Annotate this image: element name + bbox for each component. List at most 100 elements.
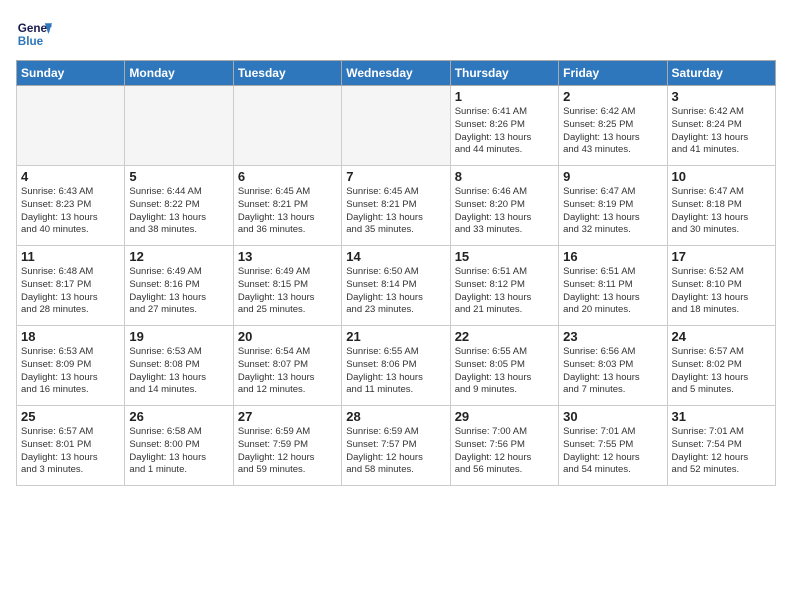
day-info: Sunrise: 6:53 AM Sunset: 8:09 PM Dayligh… xyxy=(21,346,120,397)
calendar-cell: 6 Sunrise: 6:45 AM Sunset: 8:21 PM Daylig… xyxy=(233,166,341,246)
day-number: 15 xyxy=(455,249,554,264)
day-number: 25 xyxy=(21,409,120,424)
day-info: Sunrise: 6:55 AM Sunset: 8:05 PM Dayligh… xyxy=(455,346,554,397)
calendar-cell: 9 Sunrise: 6:47 AM Sunset: 8:19 PM Daylig… xyxy=(559,166,667,246)
day-info: Sunrise: 6:58 AM Sunset: 8:00 PM Dayligh… xyxy=(129,426,228,477)
calendar-cell: 11 Sunrise: 6:48 AM Sunset: 8:17 PM Dayli… xyxy=(17,246,125,326)
calendar-cell: 1 Sunrise: 6:41 AM Sunset: 8:26 PM Daylig… xyxy=(450,86,558,166)
calendar-cell: 20 Sunrise: 6:54 AM Sunset: 8:07 PM Dayli… xyxy=(233,326,341,406)
weekday-header-friday: Friday xyxy=(559,61,667,86)
day-number: 22 xyxy=(455,329,554,344)
weekday-header-wednesday: Wednesday xyxy=(342,61,450,86)
calendar-week-1: 1 Sunrise: 6:41 AM Sunset: 8:26 PM Daylig… xyxy=(17,86,776,166)
day-number: 10 xyxy=(672,169,771,184)
calendar-cell: 22 Sunrise: 6:55 AM Sunset: 8:05 PM Dayli… xyxy=(450,326,558,406)
calendar-cell: 5 Sunrise: 6:44 AM Sunset: 8:22 PM Daylig… xyxy=(125,166,233,246)
day-number: 17 xyxy=(672,249,771,264)
calendar-cell: 23 Sunrise: 6:56 AM Sunset: 8:03 PM Dayli… xyxy=(559,326,667,406)
day-info: Sunrise: 6:53 AM Sunset: 8:08 PM Dayligh… xyxy=(129,346,228,397)
logo: General Blue xyxy=(16,16,52,52)
day-info: Sunrise: 6:47 AM Sunset: 8:18 PM Dayligh… xyxy=(672,186,771,237)
day-info: Sunrise: 6:50 AM Sunset: 8:14 PM Dayligh… xyxy=(346,266,445,317)
day-info: Sunrise: 6:57 AM Sunset: 8:02 PM Dayligh… xyxy=(672,346,771,397)
weekday-header-row: SundayMondayTuesdayWednesdayThursdayFrid… xyxy=(17,61,776,86)
calendar-cell: 24 Sunrise: 6:57 AM Sunset: 8:02 PM Dayli… xyxy=(667,326,775,406)
calendar-cell: 16Sunrise: 6:51 AM Sunset: 8:11 PM Dayli… xyxy=(559,246,667,326)
day-number: 18 xyxy=(21,329,120,344)
day-number: 29 xyxy=(455,409,554,424)
day-info: Sunrise: 6:52 AM Sunset: 8:10 PM Dayligh… xyxy=(672,266,771,317)
day-info: Sunrise: 6:59 AM Sunset: 7:59 PM Dayligh… xyxy=(238,426,337,477)
weekday-header-monday: Monday xyxy=(125,61,233,86)
day-number: 5 xyxy=(129,169,228,184)
day-info: Sunrise: 6:41 AM Sunset: 8:26 PM Dayligh… xyxy=(455,106,554,157)
day-number: 28 xyxy=(346,409,445,424)
day-number: 7 xyxy=(346,169,445,184)
day-number: 26 xyxy=(129,409,228,424)
day-number: 23 xyxy=(563,329,662,344)
page-header: General Blue xyxy=(16,16,776,52)
calendar-cell: 26 Sunrise: 6:58 AM Sunset: 8:00 PM Dayli… xyxy=(125,406,233,486)
day-info: Sunrise: 6:54 AM Sunset: 8:07 PM Dayligh… xyxy=(238,346,337,397)
calendar-cell: 17 Sunrise: 6:52 AM Sunset: 8:10 PM Dayli… xyxy=(667,246,775,326)
weekday-header-thursday: Thursday xyxy=(450,61,558,86)
day-number: 27 xyxy=(238,409,337,424)
day-info: Sunrise: 6:51 AM Sunset: 8:11 PM Dayligh… xyxy=(563,266,662,317)
day-info: Sunrise: 6:49 AM Sunset: 8:15 PM Dayligh… xyxy=(238,266,337,317)
day-number: 21 xyxy=(346,329,445,344)
day-number: 24 xyxy=(672,329,771,344)
day-number: 20 xyxy=(238,329,337,344)
day-number: 12 xyxy=(129,249,228,264)
day-info: Sunrise: 6:55 AM Sunset: 8:06 PM Dayligh… xyxy=(346,346,445,397)
day-number: 6 xyxy=(238,169,337,184)
day-number: 13 xyxy=(238,249,337,264)
calendar-cell xyxy=(125,86,233,166)
calendar-cell: 21 Sunrise: 6:55 AM Sunset: 8:06 PM Dayli… xyxy=(342,326,450,406)
calendar-cell: 7 Sunrise: 6:45 AM Sunset: 8:21 PM Daylig… xyxy=(342,166,450,246)
calendar-cell: 10 Sunrise: 6:47 AM Sunset: 8:18 PM Dayli… xyxy=(667,166,775,246)
calendar-cell: 8 Sunrise: 6:46 AM Sunset: 8:20 PM Daylig… xyxy=(450,166,558,246)
day-number: 31 xyxy=(672,409,771,424)
weekday-header-saturday: Saturday xyxy=(667,61,775,86)
calendar-table: SundayMondayTuesdayWednesdayThursdayFrid… xyxy=(16,60,776,486)
day-info: Sunrise: 6:47 AM Sunset: 8:19 PM Dayligh… xyxy=(563,186,662,237)
day-info: Sunrise: 6:45 AM Sunset: 8:21 PM Dayligh… xyxy=(346,186,445,237)
day-info: Sunrise: 6:42 AM Sunset: 8:24 PM Dayligh… xyxy=(672,106,771,157)
calendar-cell: 31 Sunrise: 7:01 AM Sunset: 7:54 PM Dayli… xyxy=(667,406,775,486)
day-info: Sunrise: 6:49 AM Sunset: 8:16 PM Dayligh… xyxy=(129,266,228,317)
day-number: 30 xyxy=(563,409,662,424)
day-info: Sunrise: 6:44 AM Sunset: 8:22 PM Dayligh… xyxy=(129,186,228,237)
calendar-cell: 28Sunrise: 6:59 AM Sunset: 7:57 PM Dayli… xyxy=(342,406,450,486)
calendar-cell: 14Sunrise: 6:50 AM Sunset: 8:14 PM Dayli… xyxy=(342,246,450,326)
calendar-week-5: 25Sunrise: 6:57 AM Sunset: 8:01 PM Dayli… xyxy=(17,406,776,486)
calendar-cell xyxy=(342,86,450,166)
weekday-header-tuesday: Tuesday xyxy=(233,61,341,86)
day-info: Sunrise: 6:46 AM Sunset: 8:20 PM Dayligh… xyxy=(455,186,554,237)
day-number: 8 xyxy=(455,169,554,184)
calendar-week-2: 4Sunrise: 6:43 AM Sunset: 8:23 PM Daylig… xyxy=(17,166,776,246)
calendar-cell: 4Sunrise: 6:43 AM Sunset: 8:23 PM Daylig… xyxy=(17,166,125,246)
day-info: Sunrise: 6:56 AM Sunset: 8:03 PM Dayligh… xyxy=(563,346,662,397)
calendar-week-3: 11 Sunrise: 6:48 AM Sunset: 8:17 PM Dayli… xyxy=(17,246,776,326)
day-info: Sunrise: 6:43 AM Sunset: 8:23 PM Dayligh… xyxy=(21,186,120,237)
day-info: Sunrise: 7:01 AM Sunset: 7:55 PM Dayligh… xyxy=(563,426,662,477)
calendar-cell xyxy=(233,86,341,166)
svg-text:Blue: Blue xyxy=(18,35,44,48)
day-info: Sunrise: 6:51 AM Sunset: 8:12 PM Dayligh… xyxy=(455,266,554,317)
calendar-cell: 27 Sunrise: 6:59 AM Sunset: 7:59 PM Dayli… xyxy=(233,406,341,486)
logo-icon: General Blue xyxy=(16,16,52,52)
day-info: Sunrise: 7:01 AM Sunset: 7:54 PM Dayligh… xyxy=(672,426,771,477)
calendar-cell: 25Sunrise: 6:57 AM Sunset: 8:01 PM Dayli… xyxy=(17,406,125,486)
calendar-cell: 30 Sunrise: 7:01 AM Sunset: 7:55 PM Dayli… xyxy=(559,406,667,486)
day-number: 11 xyxy=(21,249,120,264)
calendar-cell: 18 Sunrise: 6:53 AM Sunset: 8:09 PM Dayli… xyxy=(17,326,125,406)
day-info: Sunrise: 6:45 AM Sunset: 8:21 PM Dayligh… xyxy=(238,186,337,237)
day-number: 9 xyxy=(563,169,662,184)
calendar-week-4: 18 Sunrise: 6:53 AM Sunset: 8:09 PM Dayli… xyxy=(17,326,776,406)
weekday-header-sunday: Sunday xyxy=(17,61,125,86)
calendar-cell: 3Sunrise: 6:42 AM Sunset: 8:24 PM Daylig… xyxy=(667,86,775,166)
calendar-cell: 12 Sunrise: 6:49 AM Sunset: 8:16 PM Dayli… xyxy=(125,246,233,326)
day-number: 1 xyxy=(455,89,554,104)
day-info: Sunrise: 6:48 AM Sunset: 8:17 PM Dayligh… xyxy=(21,266,120,317)
calendar-cell: 29Sunrise: 7:00 AM Sunset: 7:56 PM Dayli… xyxy=(450,406,558,486)
